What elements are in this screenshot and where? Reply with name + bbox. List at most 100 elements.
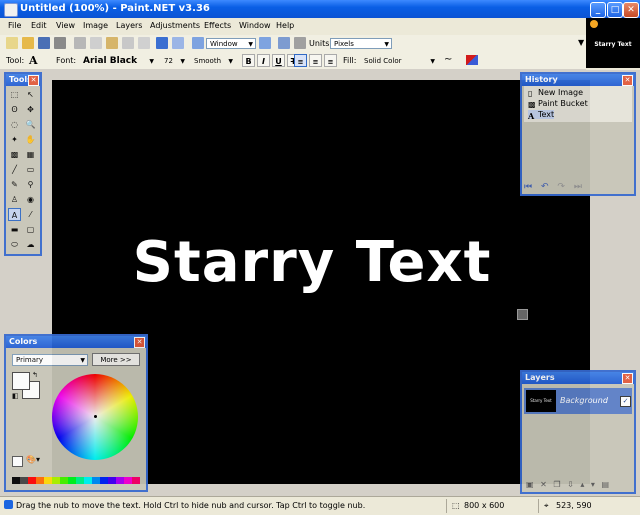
italic-button[interactable]: I: [257, 54, 270, 67]
fast-forward-icon[interactable]: ⏭: [574, 182, 582, 192]
palette-swatch[interactable]: [44, 477, 52, 484]
open-icon[interactable]: [22, 37, 34, 49]
magic-wand-icon[interactable]: ✦: [8, 133, 21, 146]
color-picker-icon[interactable]: ⚲: [24, 178, 37, 191]
palette-swatch[interactable]: [28, 477, 36, 484]
menu-help[interactable]: Help: [276, 21, 294, 30]
rewind-icon[interactable]: ⏮: [524, 182, 532, 192]
layer-row-background[interactable]: Starry Text Background ✓: [524, 388, 632, 414]
freeform-icon[interactable]: ☁: [24, 238, 37, 251]
palette-swatch[interactable]: [12, 477, 20, 484]
reset-colors-icon[interactable]: ◧: [12, 392, 19, 400]
image-thumbnail[interactable]: Starry Text: [586, 18, 640, 68]
deselect-icon[interactable]: [138, 37, 150, 49]
palette-swatch[interactable]: [116, 477, 124, 484]
history-panel-close-icon[interactable]: ✕: [622, 75, 633, 86]
antialias-curve-icon[interactable]: ∼: [444, 54, 452, 65]
menu-file[interactable]: File: [8, 21, 21, 30]
palette-swatch[interactable]: [20, 477, 28, 484]
paint-bucket-icon[interactable]: ▩: [8, 148, 21, 161]
layers-panel-close-icon[interactable]: ✕: [622, 373, 633, 384]
print-icon[interactable]: [54, 37, 66, 49]
history-item[interactable]: ▯ New Image: [528, 88, 583, 98]
menu-image[interactable]: Image: [83, 21, 108, 30]
history-item-selected[interactable]: A Text: [528, 110, 555, 121]
color-target-select[interactable]: Primary ▼: [12, 354, 88, 366]
toolbar-overflow-icon[interactable]: ▼: [578, 38, 584, 47]
redo-icon[interactable]: [172, 37, 184, 49]
undo-history-icon[interactable]: ↶: [541, 182, 549, 192]
layer-properties-icon[interactable]: ▤: [601, 480, 609, 489]
eraser-icon[interactable]: ▭: [24, 163, 37, 176]
zoom-in-icon[interactable]: [259, 37, 271, 49]
duplicate-layer-icon[interactable]: ❐: [553, 480, 560, 489]
crop-icon[interactable]: [122, 37, 134, 49]
new-icon[interactable]: [6, 37, 18, 49]
pencil-icon[interactable]: ✎: [8, 178, 21, 191]
palette-swatch[interactable]: [100, 477, 108, 484]
rectangle-icon[interactable]: ▬: [8, 223, 21, 236]
text-nub-handle[interactable]: [517, 309, 528, 320]
ellipse-select-icon[interactable]: ◌: [8, 118, 21, 131]
ellipse-icon[interactable]: ⬭: [8, 238, 21, 251]
bold-button[interactable]: B: [242, 54, 255, 67]
zoom-select[interactable]: Window ▼: [206, 38, 256, 49]
clone-stamp-icon[interactable]: ♙: [8, 193, 21, 206]
ruler-icon[interactable]: [294, 37, 306, 49]
zoom-icon[interactable]: 🔍: [24, 118, 37, 131]
palette-swatch[interactable]: [68, 477, 76, 484]
redo-history-icon[interactable]: ↷: [557, 182, 565, 192]
underline-button[interactable]: U: [272, 54, 285, 67]
colors-panel-close-icon[interactable]: ✕: [134, 337, 145, 348]
add-palette-color-icon[interactable]: [12, 456, 23, 467]
move-layer-down-icon[interactable]: ▾: [591, 480, 595, 489]
blend-mode-icon[interactable]: [466, 55, 478, 65]
paintbrush-icon[interactable]: ╱: [8, 163, 21, 176]
font-size-select[interactable]: 72 ▼: [160, 55, 188, 66]
align-left-button[interactable]: ≡: [294, 54, 307, 67]
antialias-select[interactable]: Smooth ▼: [190, 55, 236, 66]
palette-swatch[interactable]: [84, 477, 92, 484]
move-pixels-icon[interactable]: ✥: [24, 103, 37, 116]
save-icon[interactable]: [38, 37, 50, 49]
merge-layer-icon[interactable]: ⇩: [567, 480, 574, 489]
line-icon[interactable]: ⁄: [24, 208, 37, 221]
align-right-button[interactable]: ≡: [324, 54, 337, 67]
grid-icon[interactable]: [278, 37, 290, 49]
zoom-out-icon[interactable]: [192, 37, 204, 49]
copy-icon[interactable]: [90, 37, 102, 49]
menu-effects[interactable]: Effects: [204, 21, 231, 30]
more-colors-button[interactable]: More >>: [92, 353, 140, 366]
swap-colors-icon[interactable]: ↰: [32, 371, 38, 379]
fill-select[interactable]: Solid Color ▼: [360, 55, 438, 66]
undo-icon[interactable]: [156, 37, 168, 49]
maximize-button[interactable]: □: [607, 2, 623, 18]
delete-layer-icon[interactable]: ✕: [540, 480, 547, 489]
menu-window[interactable]: Window: [239, 21, 271, 30]
recolor-icon[interactable]: ◉: [24, 193, 37, 206]
palette-swatch[interactable]: [52, 477, 60, 484]
palette-menu-icon[interactable]: 🎨▾: [26, 455, 40, 464]
palette-swatch[interactable]: [92, 477, 100, 484]
palette-swatch[interactable]: [76, 477, 84, 484]
paste-icon[interactable]: [106, 37, 118, 49]
rounded-rect-icon[interactable]: ▢: [24, 223, 37, 236]
gradient-icon[interactable]: ▦: [24, 148, 37, 161]
rect-select-icon[interactable]: ⬚: [8, 88, 21, 101]
add-layer-icon[interactable]: ▣: [526, 480, 534, 489]
tools-panel-close-icon[interactable]: ✕: [28, 75, 39, 86]
cut-icon[interactable]: [74, 37, 86, 49]
close-button[interactable]: ✕: [623, 2, 639, 18]
palette-swatch[interactable]: [124, 477, 132, 484]
menu-layers[interactable]: Layers: [116, 21, 142, 30]
primary-color-swatch[interactable]: [12, 372, 30, 390]
menu-adjustments[interactable]: Adjustments: [150, 21, 200, 30]
text-tool-icon[interactable]: A: [29, 54, 38, 67]
palette-swatch[interactable]: [132, 477, 140, 484]
pan-icon[interactable]: ✋: [24, 133, 37, 146]
layer-visibility-checkbox[interactable]: ✓: [620, 396, 631, 407]
lasso-icon[interactable]: ʘ: [8, 103, 21, 116]
minimize-button[interactable]: _: [590, 2, 606, 18]
font-select[interactable]: Arial Black ▼: [79, 55, 157, 66]
palette-swatch[interactable]: [60, 477, 68, 484]
